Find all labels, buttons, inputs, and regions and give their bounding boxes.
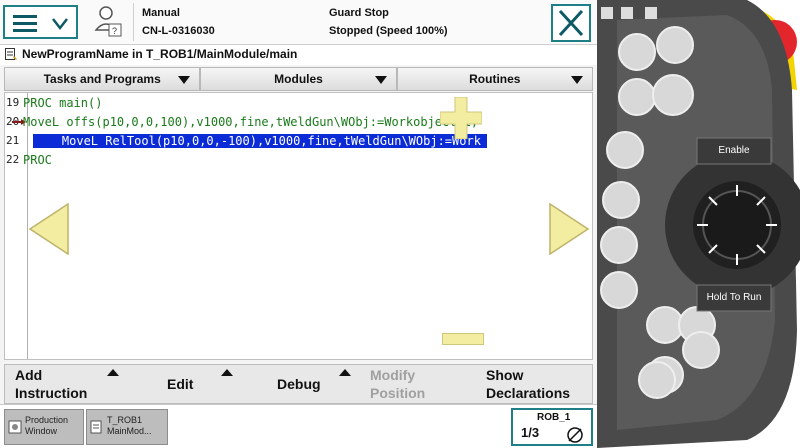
safety-state: Guard Stop: [329, 7, 389, 19]
hold-to-run-label: Hold To Run: [706, 292, 762, 303]
svg-text:?: ?: [112, 26, 117, 36]
tab-label: Tasks and Programs: [43, 72, 161, 86]
tab-routines[interactable]: Routines: [396, 67, 593, 91]
edit-button[interactable]: Edit: [123, 365, 233, 403]
popup-arrow-icon: [221, 369, 233, 376]
program-editor-icon: [5, 48, 17, 60]
debug-button[interactable]: Debug: [235, 365, 355, 403]
popup-arrow-icon: [339, 369, 351, 376]
incremental-mode-icon: [567, 427, 583, 443]
mechanical-unit-label: ROB_1: [537, 412, 571, 423]
code-line-selected[interactable]: MoveL RelTool(p10,0,0,-100),v1000,fine,t…: [33, 134, 487, 148]
taskbar-program-editor[interactable]: T_ROB1 MainMod...: [86, 409, 168, 445]
popup-arrow-icon: [107, 369, 119, 376]
editor-tabs: Tasks and Programs Modules Routines: [4, 67, 593, 91]
flexpendant-hardware: Enable Hold To Run: [597, 0, 800, 448]
modify-position-button[interactable]: Modify Position: [367, 365, 467, 403]
quickset-button[interactable]: ROB_1 1/3: [511, 408, 593, 446]
add-instruction-button[interactable]: Add Instruction: [13, 365, 119, 403]
speed-fraction: 1/3: [521, 425, 540, 440]
chevron-down-icon: [52, 18, 68, 31]
tab-label: Modules: [274, 72, 323, 86]
taskbar: Production Window T_ROB1 MainMod... ROB_1 …: [0, 404, 597, 448]
pendant-body: [597, 0, 800, 448]
show-declarations-label: Declarations: [486, 385, 571, 401]
operating-mode: Manual: [142, 7, 180, 19]
code-line[interactable]: MoveL offs(p10,0,0,100),v1000,fine,tWeld…: [23, 115, 478, 129]
zoom-in-plus-icon[interactable]: [440, 97, 482, 139]
status-bar: ? Manual CN-L-0316030 Guard Stop Stopped…: [0, 0, 597, 45]
dropdown-arrow-icon: [178, 76, 191, 84]
close-button[interactable]: [551, 4, 591, 42]
hamburger-menu-icon: [13, 15, 37, 32]
tab-tasks-and-programs[interactable]: Tasks and Programs: [4, 67, 201, 91]
zoom-out-minus-icon[interactable]: [442, 333, 484, 345]
code-line[interactable]: PROC: [23, 153, 52, 167]
debug-label: Debug: [277, 376, 321, 392]
program-editor-icon: [90, 420, 102, 434]
task-label-line: T_ROB1: [107, 415, 143, 425]
modify-position-label: Position: [370, 385, 426, 401]
task-label-line: Production: [25, 415, 69, 425]
task-label-line: Window: [25, 426, 58, 436]
edit-label: Edit: [167, 376, 194, 392]
add-instruction-label: Add: [15, 367, 43, 383]
run-state: Stopped (Speed 100%): [329, 25, 448, 37]
scroll-right-arrow-icon[interactable]: [548, 203, 590, 255]
show-declarations-label: Show: [486, 367, 524, 383]
scroll-left-arrow-icon[interactable]: [28, 203, 70, 255]
modify-position-label: Modify: [370, 367, 416, 383]
tab-modules[interactable]: Modules: [200, 67, 397, 91]
production-window-icon: [8, 420, 22, 434]
show-declarations-button[interactable]: Show Declarations: [485, 365, 591, 403]
code-editor[interactable]: 19 20 21 22 PROC main() MoveL offs(p10,0…: [4, 92, 593, 360]
abb-menu-button[interactable]: [3, 5, 78, 39]
taskbar-production-window[interactable]: Production Window: [4, 409, 84, 445]
add-instruction-label: Instruction: [15, 385, 88, 401]
controller-name: CN-L-0316030: [142, 25, 215, 37]
program-toolbar: Add Instruction Edit Debug Modify Positi…: [4, 364, 593, 404]
task-label-line: MainMod...: [107, 426, 152, 436]
close-icon: [558, 9, 584, 37]
breadcrumb: NewProgramName in T_ROB1/MainModule/main: [0, 45, 597, 65]
enable-device-label: Enable: [718, 145, 750, 156]
operator-status-icon: ?: [94, 6, 122, 37]
program-path-title: NewProgramName in T_ROB1/MainModule/main: [22, 47, 298, 61]
dropdown-arrow-icon: [374, 76, 387, 84]
tab-label: Routines: [469, 72, 521, 86]
flexpendant-screen: ? Manual CN-L-0316030 Guard Stop Stopped…: [0, 0, 597, 448]
code-line[interactable]: PROC main(): [23, 96, 102, 110]
task-label: Production Window: [25, 415, 68, 437]
line-number-gutter: [5, 93, 28, 359]
dropdown-arrow-icon: [570, 76, 583, 84]
task-label: T_ROB1 MainMod...: [107, 415, 152, 437]
status-info: Manual CN-L-0316030 Guard Stop Stopped (…: [133, 3, 544, 41]
line-number: 21: [6, 134, 20, 147]
